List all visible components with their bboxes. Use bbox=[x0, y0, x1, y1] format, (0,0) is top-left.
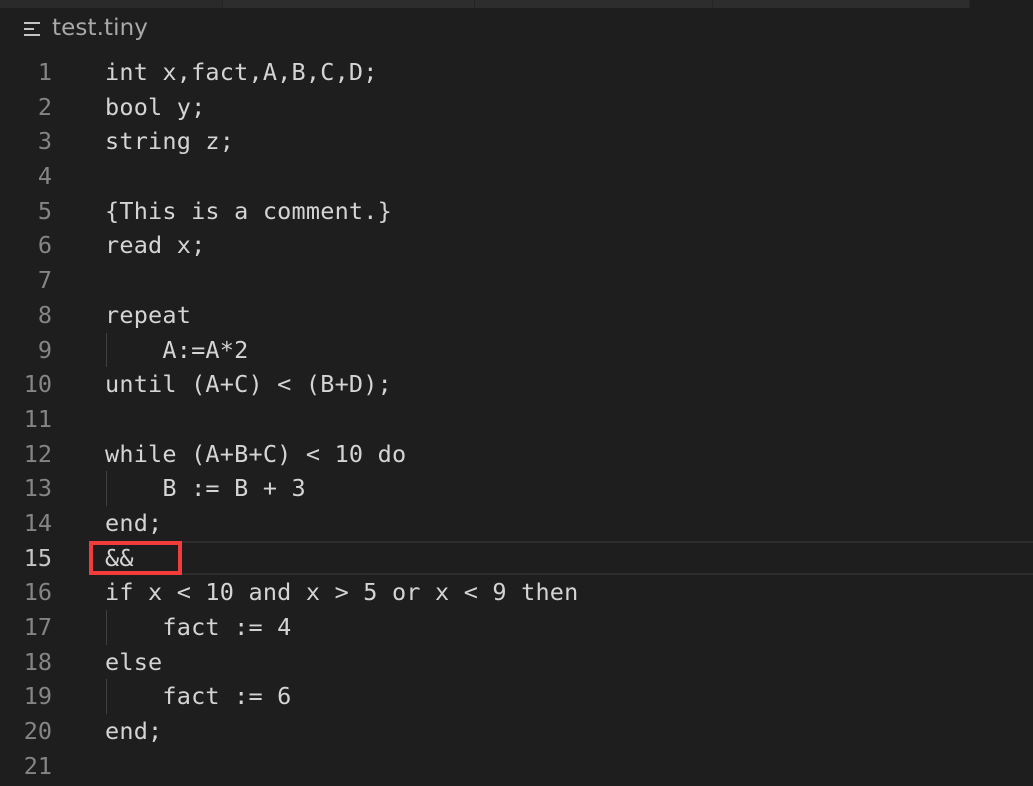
code-line[interactable]: 21 bbox=[0, 749, 1033, 784]
editor-tab[interactable] bbox=[223, 0, 475, 8]
line-number: 2 bbox=[37, 92, 52, 121]
code-text[interactable]: {This is a comment.} bbox=[105, 194, 392, 229]
code-editor[interactable]: 1 int x,fact,A,B,C,D; 2 bool y; 3 string z; 4 5… bbox=[0, 55, 1033, 783]
code-line[interactable]: 13 B := B + 3 bbox=[0, 471, 1033, 506]
editor-tab[interactable] bbox=[475, 0, 713, 8]
line-number: 5 bbox=[37, 196, 52, 225]
line-number: 14 bbox=[23, 508, 52, 537]
code-text[interactable]: string z; bbox=[105, 124, 234, 159]
code-line[interactable]: 3 string z; bbox=[0, 124, 1033, 159]
line-number: 12 bbox=[23, 439, 52, 468]
code-line[interactable]: 2 bool y; bbox=[0, 90, 1033, 125]
line-number: 9 bbox=[37, 335, 52, 364]
code-text[interactable]: end; bbox=[105, 714, 162, 749]
code-text[interactable]: repeat bbox=[105, 298, 191, 333]
plain-text-file-icon bbox=[24, 22, 40, 36]
code-text[interactable]: fact := 6 bbox=[105, 679, 292, 714]
line-number: 20 bbox=[23, 717, 52, 746]
code-text[interactable]: read x; bbox=[105, 228, 205, 263]
editor-tab[interactable] bbox=[713, 0, 970, 8]
line-number: 3 bbox=[37, 127, 52, 156]
code-line[interactable]: 8 repeat bbox=[0, 298, 1033, 333]
code-line[interactable]: 4 bbox=[0, 159, 1033, 194]
code-text[interactable]: until (A+C) < (B+D); bbox=[105, 367, 392, 402]
code-line[interactable]: 12 while (A+B+C) < 10 do bbox=[0, 437, 1033, 472]
code-text[interactable]: bool y; bbox=[105, 90, 205, 125]
line-number: 15 bbox=[23, 543, 52, 572]
code-text[interactable]: end; bbox=[105, 506, 162, 541]
line-number: 13 bbox=[23, 474, 52, 503]
breadcrumb-file-name[interactable]: test.tiny bbox=[52, 15, 148, 41]
code-line[interactable]: 6 read x; bbox=[0, 228, 1033, 263]
code-line[interactable]: 11 bbox=[0, 402, 1033, 437]
breadcrumb: test.tiny bbox=[0, 8, 1033, 48]
line-number: 6 bbox=[37, 231, 52, 260]
code-line[interactable]: 17 fact := 4 bbox=[0, 610, 1033, 645]
code-line[interactable]: 20 end; bbox=[0, 714, 1033, 749]
code-line[interactable]: 16 if x < 10 and x > 5 or x < 9 then bbox=[0, 575, 1033, 610]
line-number: 1 bbox=[37, 58, 52, 86]
code-text[interactable]: && bbox=[105, 541, 134, 576]
code-line[interactable]: 14 end; bbox=[0, 506, 1033, 541]
code-line[interactable]: 7 bbox=[0, 263, 1033, 298]
code-line[interactable]: 1 int x,fact,A,B,C,D; bbox=[0, 55, 1033, 90]
line-number: 8 bbox=[37, 300, 52, 329]
line-number: 18 bbox=[23, 647, 52, 676]
editor-tab[interactable] bbox=[0, 0, 223, 8]
code-text[interactable]: B := B + 3 bbox=[105, 471, 306, 506]
code-text[interactable]: A:=A*2 bbox=[105, 333, 248, 368]
line-number: 16 bbox=[23, 578, 52, 607]
code-line[interactable]: 9 A:=A*2 bbox=[0, 332, 1033, 368]
code-line[interactable]: 18 else bbox=[0, 645, 1033, 680]
line-number: 17 bbox=[23, 613, 52, 641]
code-line[interactable]: 10 until (A+C) < (B+D); bbox=[0, 367, 1033, 402]
line-number: 7 bbox=[37, 266, 52, 295]
tab-strip bbox=[0, 0, 1033, 8]
code-line[interactable]: 5 {This is a comment.} bbox=[0, 194, 1033, 229]
line-number: 4 bbox=[37, 162, 52, 191]
code-text[interactable]: if x < 10 and x > 5 or x < 9 then bbox=[105, 575, 579, 610]
code-text[interactable]: fact := 4 bbox=[105, 610, 292, 645]
code-line[interactable]: 19 fact := 6 bbox=[0, 679, 1033, 715]
code-text[interactable]: else bbox=[105, 645, 162, 680]
line-number: 10 bbox=[23, 370, 52, 399]
line-number: 11 bbox=[23, 404, 52, 433]
code-text[interactable]: int x,fact,A,B,C,D; bbox=[105, 55, 378, 90]
code-line[interactable]: 15 && bbox=[0, 540, 1033, 576]
code-text[interactable]: while (A+B+C) < 10 do bbox=[105, 437, 406, 472]
line-number: 21 bbox=[23, 751, 52, 780]
line-number: 19 bbox=[23, 682, 52, 711]
